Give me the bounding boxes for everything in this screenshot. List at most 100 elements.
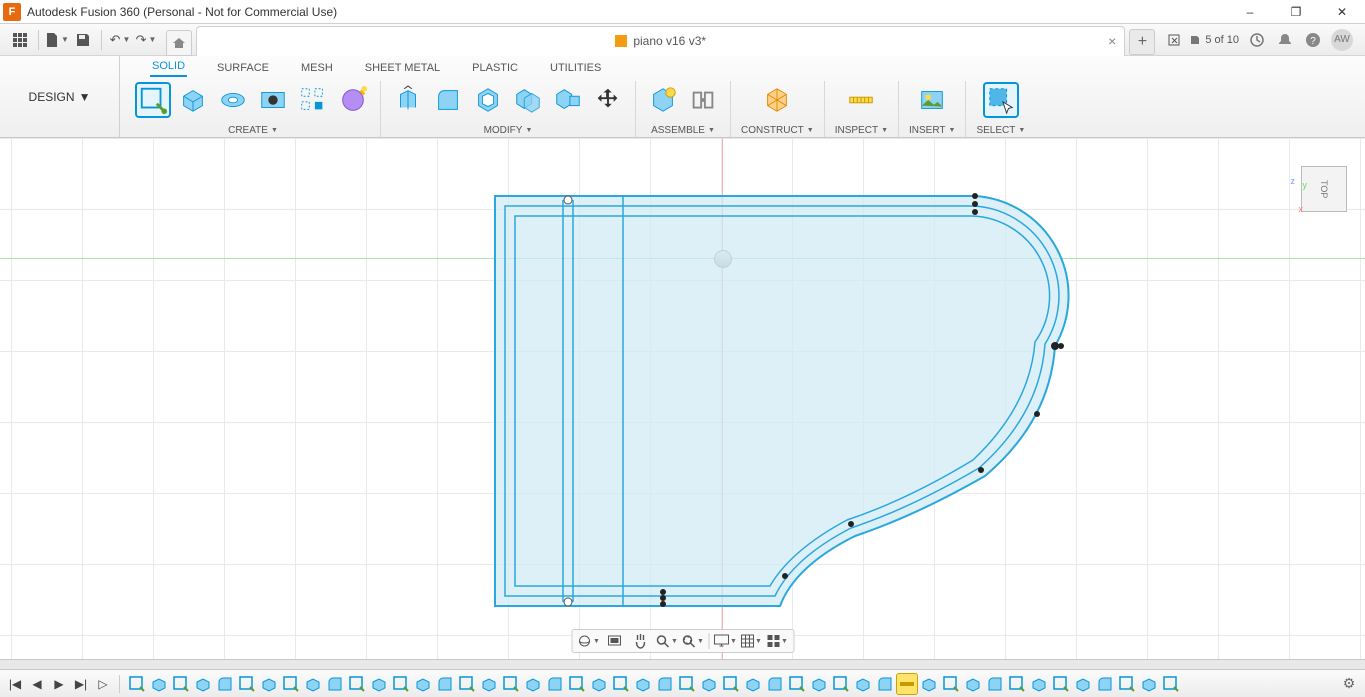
group-select-label[interactable]: SELECT	[976, 125, 1015, 136]
pattern-tool[interactable]	[296, 83, 330, 117]
viewport[interactable]: TOP z y x	[0, 138, 1365, 659]
shell-tool[interactable]	[471, 83, 505, 117]
redo-button[interactable]: ↷	[134, 28, 158, 52]
tab-surface[interactable]: SURFACE	[215, 59, 271, 77]
form-tool[interactable]	[336, 83, 370, 117]
extrude-tool[interactable]	[176, 83, 210, 117]
timeline-feature[interactable]	[303, 674, 323, 694]
timeline-feature[interactable]	[963, 674, 983, 694]
help-icon[interactable]: ?	[1303, 30, 1323, 50]
maximize-button[interactable]: ❐	[1273, 0, 1319, 24]
timeline-feature[interactable]	[193, 674, 213, 694]
hole-tool[interactable]	[256, 83, 290, 117]
new-tab-button[interactable]: +	[1129, 29, 1155, 55]
timeline-end-button[interactable]: ▶|	[72, 675, 90, 693]
timeline-feature[interactable]	[875, 674, 895, 694]
insert-decal-tool[interactable]	[915, 83, 949, 117]
sketch-geometry[interactable]	[495, 196, 1065, 606]
group-inspect-label[interactable]: INSPECT	[835, 125, 878, 136]
group-construct-label[interactable]: CONSTRUCT	[741, 125, 804, 136]
viewcube[interactable]: TOP	[1301, 166, 1347, 212]
plane-tool[interactable]	[760, 83, 794, 117]
timeline-settings-button[interactable]: ⚙	[1339, 674, 1359, 694]
tab-mesh[interactable]: MESH	[299, 59, 335, 77]
pan-button[interactable]	[628, 631, 652, 651]
align-tool[interactable]	[551, 83, 585, 117]
group-modify-label[interactable]: MODIFY	[484, 125, 523, 136]
fit-button[interactable]	[680, 631, 704, 651]
home-tab-button[interactable]	[166, 30, 192, 56]
grid-settings-button[interactable]	[739, 631, 763, 651]
timeline-feature[interactable]	[457, 674, 477, 694]
new-component-tool[interactable]	[646, 83, 680, 117]
timeline-feature[interactable]	[1029, 674, 1049, 694]
move-tool[interactable]	[591, 83, 625, 117]
workspace-switcher[interactable]: DESIGN	[0, 56, 120, 137]
timeline-feature[interactable]	[171, 674, 191, 694]
group-assemble-label[interactable]: ASSEMBLE	[651, 125, 705, 136]
timeline-feature[interactable]	[787, 674, 807, 694]
timeline-feature[interactable]	[149, 674, 169, 694]
job-status[interactable]: 5 of 10	[1189, 34, 1239, 46]
timeline-feature[interactable]	[897, 674, 917, 694]
timeline-feature[interactable]	[1095, 674, 1115, 694]
timeline-feature[interactable]	[435, 674, 455, 694]
document-tab[interactable]: piano v16 v3* ×	[196, 26, 1125, 56]
notifications-icon[interactable]	[1275, 30, 1295, 50]
close-tab-button[interactable]: ×	[1108, 33, 1116, 49]
timeline-feature[interactable]	[655, 674, 675, 694]
user-avatar[interactable]: AW	[1331, 29, 1353, 51]
group-create-label[interactable]: CREATE	[228, 125, 268, 136]
orbit-button[interactable]	[576, 631, 600, 651]
look-at-button[interactable]	[602, 631, 626, 651]
fillet-tool[interactable]	[431, 83, 465, 117]
timeline-feature[interactable]	[369, 674, 389, 694]
group-insert-label[interactable]: INSERT	[909, 125, 946, 136]
viewport-layout-button[interactable]	[765, 631, 789, 651]
revolve-tool[interactable]	[216, 83, 250, 117]
file-menu-button[interactable]	[45, 28, 69, 52]
timeline-feature[interactable]	[281, 674, 301, 694]
timeline-feature[interactable]	[589, 674, 609, 694]
timeline-feature[interactable]	[523, 674, 543, 694]
extensions-button[interactable]	[1167, 33, 1181, 47]
timeline-feature[interactable]	[501, 674, 521, 694]
timeline-feature[interactable]	[677, 674, 697, 694]
measure-tool[interactable]	[844, 83, 878, 117]
combine-tool[interactable]	[511, 83, 545, 117]
timeline-feature[interactable]	[1139, 674, 1159, 694]
timeline-feature[interactable]	[413, 674, 433, 694]
select-tool[interactable]	[984, 83, 1018, 117]
timeline-feature[interactable]	[479, 674, 499, 694]
timeline-feature[interactable]	[347, 674, 367, 694]
timeline-feature[interactable]	[391, 674, 411, 694]
timeline-back-button[interactable]: ◀	[28, 675, 46, 693]
tab-utilities[interactable]: UTILITIES	[548, 59, 603, 77]
undo-button[interactable]: ↶	[108, 28, 132, 52]
timeline-feature[interactable]	[721, 674, 741, 694]
create-sketch-tool[interactable]	[136, 83, 170, 117]
timeline-play-button[interactable]: ▷	[94, 675, 112, 693]
timeline-feature[interactable]	[853, 674, 873, 694]
timeline-feature[interactable]	[237, 674, 257, 694]
tab-plastic[interactable]: PLASTIC	[470, 59, 520, 77]
timeline-feature[interactable]	[1161, 674, 1181, 694]
timeline-feature[interactable]	[545, 674, 565, 694]
timeline-feature[interactable]	[765, 674, 785, 694]
timeline-feature[interactable]	[259, 674, 279, 694]
timeline-feature[interactable]	[127, 674, 147, 694]
tab-sheet-metal[interactable]: SHEET METAL	[363, 59, 442, 77]
zoom-button[interactable]	[654, 631, 678, 651]
save-button[interactable]	[71, 28, 95, 52]
minimize-button[interactable]: –	[1227, 0, 1273, 24]
timeline-feature[interactable]	[1051, 674, 1071, 694]
display-settings-button[interactable]	[713, 631, 737, 651]
clock-icon[interactable]	[1247, 30, 1267, 50]
timeline-feature[interactable]	[941, 674, 961, 694]
timeline-feature[interactable]	[611, 674, 631, 694]
timeline-feature[interactable]	[567, 674, 587, 694]
joint-tool[interactable]	[686, 83, 720, 117]
timeline-feature[interactable]	[809, 674, 829, 694]
timeline-feature[interactable]	[919, 674, 939, 694]
data-panel-button[interactable]	[8, 28, 32, 52]
